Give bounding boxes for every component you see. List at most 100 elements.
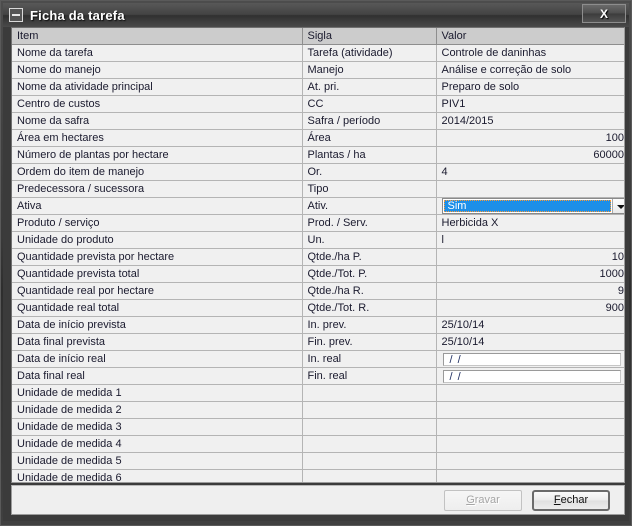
cell-valor[interactable] [436,401,624,419]
date-input-field[interactable]: / / [442,370,621,383]
table-row[interactable]: Quantidade prevista por hectare Qtde./ha … [12,248,624,266]
column-header-item[interactable]: Item [12,28,303,45]
cell-valor[interactable] [436,384,624,402]
cell-sigla: Qtde./ha R. [302,282,437,300]
cell-item: Unidade de medida 5 [12,452,303,470]
cell-valor[interactable] [436,469,624,482]
cell-valor[interactable]: PIV1 [436,95,624,113]
cell-valor[interactable]: Análise e correção de solo [436,61,624,79]
table-row[interactable]: Data final real Fin. real / / [12,367,624,385]
cell-sigla: In. prev. [302,316,437,334]
cell-valor[interactable]: 900 [436,299,624,317]
cell-item: Unidade de medida 2 [12,401,303,419]
cell-valor[interactable] [436,418,624,436]
table-row[interactable]: Produto / serviço Prod. / Serv. Herbicida … [12,214,624,232]
cell-item: Data de início prevista [12,316,303,334]
cell-item: Nome do manejo [12,61,303,79]
date-input-field[interactable]: / / [442,353,621,366]
cell-valor[interactable] [436,435,624,453]
cell-valor[interactable] [436,180,624,198]
dialog-client-area: Item Sigla Valor Nome da tarefa Tarefa (a… [3,27,629,521]
cell-item: Produto / serviço [12,214,303,232]
table-row[interactable]: Nome do manejo Manejo Análise e correção d… [12,61,624,79]
chevron-down-icon[interactable] [611,199,624,213]
table-row[interactable]: Unidade de medida 3 [12,418,624,436]
table-row[interactable]: Predecessora / sucessora Tipo [12,180,624,198]
cell-valor[interactable] [436,452,624,470]
cell-sigla: Tarefa (atividade) [302,44,437,62]
cell-sigla [302,469,437,482]
table-row[interactable]: Número de plantas por hectare Plantas / h… [12,146,624,164]
cell-valor[interactable]: / / [436,350,624,368]
cell-item: Unidade de medida 1 [12,384,303,402]
cell-sigla [302,435,437,453]
cell-item: Data final real [12,367,303,385]
cell-valor[interactable]: Preparo de solo [436,78,624,96]
minimize-box-icon[interactable] [9,8,23,22]
table-row[interactable]: Ativa Ativ. Sim [12,197,624,215]
cell-valor[interactable]: 4 [436,163,624,181]
cell-item: Quantidade prevista total [12,265,303,283]
cell-sigla [302,418,437,436]
cell-item: Data final prevista [12,333,303,351]
table-row[interactable]: Unidade de medida 5 [12,452,624,470]
title-bar[interactable]: Ficha da tarefa X [3,3,629,27]
cell-sigla: In. real [302,350,437,368]
table-row[interactable]: Nome da atividade principal At. pri. Prepa… [12,78,624,96]
save-button-accel: G [466,494,475,506]
cell-valor[interactable]: 9 [436,282,624,300]
dialog-button-bar: Gravar Fechar [11,485,625,515]
table-row[interactable]: Centro de custos CC PIV1 [12,95,624,113]
cell-valor[interactable]: 25/10/14 [436,316,624,334]
table-row[interactable]: Quantidade real total Qtde./Tot. R. 900 [12,299,624,317]
cell-sigla: Qtde./Tot. P. [302,265,437,283]
ativa-combobox[interactable]: Sim [441,198,624,214]
ativa-combobox-value[interactable]: Sim [443,200,611,212]
table-row[interactable]: Data de início prevista In. prev. 25/10/14 [12,316,624,334]
close-dialog-button[interactable]: Fechar [532,489,610,511]
cell-sigla: Área [302,129,437,147]
cell-sigla: Fin. prev. [302,333,437,351]
close-button[interactable]: X [582,4,626,23]
save-button[interactable]: Gravar [444,489,522,511]
cell-valor[interactable]: 10 [436,248,624,266]
table-row[interactable]: Nome da safra Safra / período 2014/2015 [12,112,624,130]
cell-sigla: Qtde./Tot. R. [302,299,437,317]
cell-valor[interactable]: Controle de daninhas [436,44,624,62]
cell-sigla: Tipo [302,180,437,198]
cell-item: Unidade de medida 3 [12,418,303,436]
cell-valor[interactable]: Herbicida X [436,214,624,232]
table-row[interactable]: Ordem do item de manejo Or. 4 [12,163,624,181]
cell-sigla: Qtde./ha P. [302,248,437,266]
cell-item: Nome da atividade principal [12,78,303,96]
cell-valor[interactable]: 60000 [436,146,624,164]
cell-valor[interactable]: 2014/2015 [436,112,624,130]
cell-sigla: Or. [302,163,437,181]
cell-valor[interactable]: l [436,231,624,249]
table-row[interactable]: Unidade de medida 1 [12,384,624,402]
column-header-valor[interactable]: Valor [436,28,624,45]
cell-sigla: CC [302,95,437,113]
table-row[interactable]: Quantidade prevista total Qtde./Tot. P. 10… [12,265,624,283]
table-row[interactable]: Unidade de medida 4 [12,435,624,453]
save-button-label: ravar [474,494,500,506]
cell-valor[interactable]: 1000 [436,265,624,283]
table-row[interactable]: Nome da tarefa Tarefa (atividade) Controle… [12,44,624,62]
cell-item: Unidade de medida 4 [12,435,303,453]
task-grid-frame: Item Sigla Valor Nome da tarefa Tarefa (a… [11,27,625,483]
cell-valor[interactable]: / / [436,367,624,385]
table-row[interactable]: Unidade de medida 6 [12,469,624,482]
cell-item: Unidade do produto [12,231,303,249]
table-row[interactable]: Data final prevista Fin. prev. 25/10/14 [12,333,624,351]
table-row[interactable]: Unidade de medida 2 [12,401,624,419]
cell-valor[interactable]: 25/10/14 [436,333,624,351]
table-row[interactable]: Unidade do produto Un. l [12,231,624,249]
table-row[interactable]: Data de início real In. real / / [12,350,624,368]
cell-valor[interactable]: Sim [436,197,624,215]
cell-sigla: At. pri. [302,78,437,96]
dialog-window: Ficha da tarefa X Item Sigla Valor Nome … [0,0,632,526]
column-header-sigla[interactable]: Sigla [302,28,437,45]
table-row[interactable]: Quantidade real por hectare Qtde./ha R. 9 [12,282,624,300]
table-row[interactable]: Área em hectares Área 100 [12,129,624,147]
cell-valor[interactable]: 100 [436,129,624,147]
